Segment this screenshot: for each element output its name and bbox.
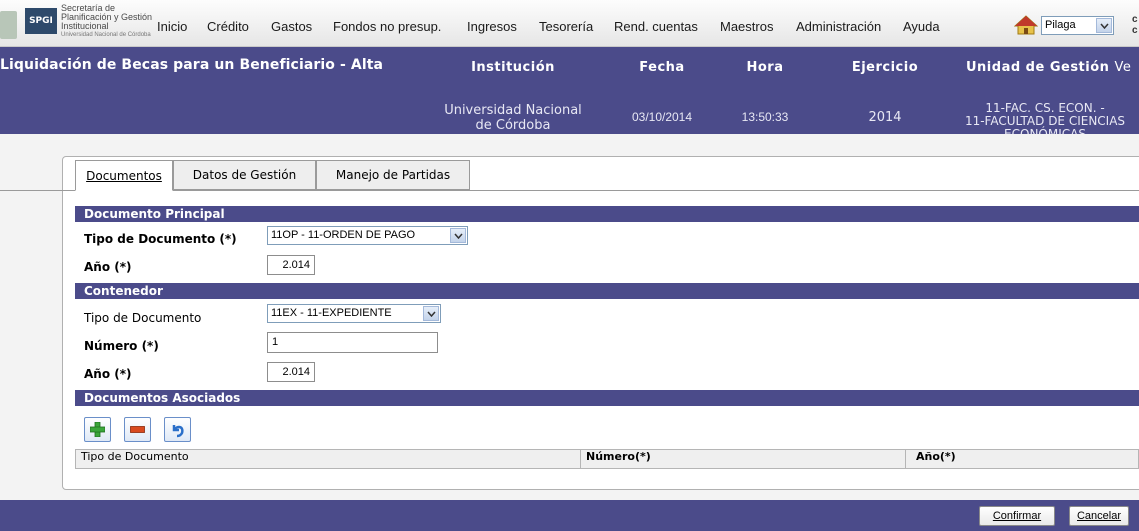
footer-bar bbox=[0, 500, 1139, 531]
logo-line: Universidad Nacional de Córdoba bbox=[61, 32, 151, 38]
tipo-documento-value: 11OP - 11-ORDEN DE PAGO bbox=[271, 229, 416, 241]
column-header-numero[interactable]: Número(*) bbox=[581, 450, 651, 468]
documentos-asociados-table-header: Tipo de Documento Número(*) Año(*) bbox=[75, 449, 1139, 469]
home-icon[interactable] bbox=[1014, 14, 1038, 36]
numero-label: Número (*) bbox=[84, 339, 159, 353]
menu-administracion[interactable]: Administración bbox=[796, 19, 881, 37]
tipo-documento-label: Tipo de Documento (*) bbox=[84, 232, 237, 246]
page-header: Liquidación de Becas para un Beneficiari… bbox=[0, 47, 1139, 141]
app-window: SPGI Secretaría de Planificación y Gesti… bbox=[0, 0, 1139, 531]
logo-badge: SPGI bbox=[25, 8, 57, 34]
header-label-ejercicio: Ejercicio bbox=[851, 60, 919, 75]
clipped-user-text: c c bbox=[1132, 14, 1138, 36]
contenedor-tipo-select[interactable]: 11EX - 11-EXPEDIENTE bbox=[267, 304, 441, 323]
page-title: Liquidación de Becas para un Beneficiari… bbox=[0, 57, 384, 73]
menu-rend-cuentas[interactable]: Rend. cuentas bbox=[614, 19, 698, 37]
chevron-down-icon bbox=[450, 228, 466, 243]
header-label-unidad-text: Unidad de Gestión bbox=[966, 60, 1110, 75]
tab-documentos[interactable]: Documentos bbox=[75, 160, 173, 191]
menu-maestros[interactable]: Maestros bbox=[720, 19, 773, 37]
chevron-down-icon bbox=[1096, 18, 1112, 33]
header-value-ejercicio: 2014 bbox=[868, 110, 902, 125]
tipo-documento-select[interactable]: 11OP - 11-ORDEN DE PAGO bbox=[267, 226, 468, 245]
contenedor-anio-label: Año (*) bbox=[84, 367, 132, 381]
cancel-button-label: Cancelar bbox=[1076, 510, 1122, 522]
section-documentos-asociados: Documentos Asociados bbox=[75, 390, 1139, 406]
menu-ingresos[interactable]: Ingresos bbox=[467, 19, 517, 37]
header-value-fecha: 03/10/2014 bbox=[631, 110, 693, 124]
logo-decoration bbox=[0, 11, 17, 39]
section-documento-principal: Documento Principal bbox=[75, 206, 1139, 222]
contenedor-anio-input[interactable]: 2.014 bbox=[267, 362, 315, 382]
column-header-tipo[interactable]: Tipo de Documento bbox=[76, 450, 189, 468]
contenedor-tipo-label: Tipo de Documento bbox=[84, 311, 202, 325]
content-area bbox=[0, 134, 1139, 531]
user-select[interactable]: Pilaga bbox=[1041, 16, 1114, 35]
header-label-hora: Hora bbox=[746, 60, 784, 75]
column-header-anio[interactable]: Año(*) bbox=[911, 450, 956, 468]
tab-manejo-partidas[interactable]: Manejo de Partidas bbox=[316, 160, 470, 190]
menu-fondos-no-presup[interactable]: Fondos no presup. bbox=[333, 19, 441, 37]
logo-text: Secretaría de Planificación y Gestión In… bbox=[61, 4, 153, 39]
menu-inicio[interactable]: Inicio bbox=[157, 19, 187, 37]
header-value-hora: 13:50:33 bbox=[741, 110, 789, 124]
header-value-institucion: Universidad Nacional de Córdoba bbox=[444, 103, 582, 133]
confirm-button-label: Confirmar bbox=[992, 510, 1042, 522]
cancel-button[interactable]: Cancelar bbox=[1069, 506, 1129, 526]
section-contenedor: Contenedor bbox=[75, 283, 1139, 299]
tab-manejo-partidas-label: Manejo de Partidas bbox=[335, 168, 451, 182]
contenedor-tipo-value: 11EX - 11-EXPEDIENTE bbox=[271, 307, 392, 319]
undo-icon bbox=[172, 424, 184, 437]
menu-tesoreria[interactable]: Tesorería bbox=[539, 19, 593, 37]
add-row-button[interactable] bbox=[84, 417, 111, 442]
plus-icon bbox=[90, 422, 105, 437]
confirm-button[interactable]: Confirmar bbox=[979, 506, 1055, 526]
header-label-unidad: Unidad de Gestión Ve bbox=[966, 60, 1136, 75]
menu-bar: SPGI Secretaría de Planificación y Gesti… bbox=[0, 0, 1139, 47]
menu-credito[interactable]: Crédito bbox=[207, 19, 249, 37]
chevron-down-icon bbox=[423, 306, 439, 321]
remove-row-button[interactable] bbox=[124, 417, 151, 442]
column-divider bbox=[905, 450, 906, 468]
anio-label: Año (*) bbox=[84, 260, 132, 274]
tab-documentos-label: Documentos bbox=[86, 168, 162, 183]
menu-ayuda[interactable]: Ayuda bbox=[903, 19, 940, 37]
user-select-value: Pilaga bbox=[1045, 19, 1076, 31]
minus-icon bbox=[130, 426, 145, 433]
header-label-fecha: Fecha bbox=[639, 60, 685, 75]
tab-datos-gestion-label: Datos de Gestión bbox=[192, 168, 297, 182]
header-label-unidad-extra: Ve bbox=[1114, 60, 1132, 75]
undo-button[interactable] bbox=[164, 417, 191, 442]
header-label-institucion: Institución bbox=[471, 60, 555, 75]
numero-input[interactable]: 1 bbox=[267, 332, 438, 353]
tab-datos-gestion[interactable]: Datos de Gestión bbox=[173, 160, 316, 190]
menu-gastos[interactable]: Gastos bbox=[271, 19, 312, 37]
anio-input[interactable]: 2.014 bbox=[267, 255, 315, 275]
logo-line: Institucional bbox=[61, 21, 109, 31]
